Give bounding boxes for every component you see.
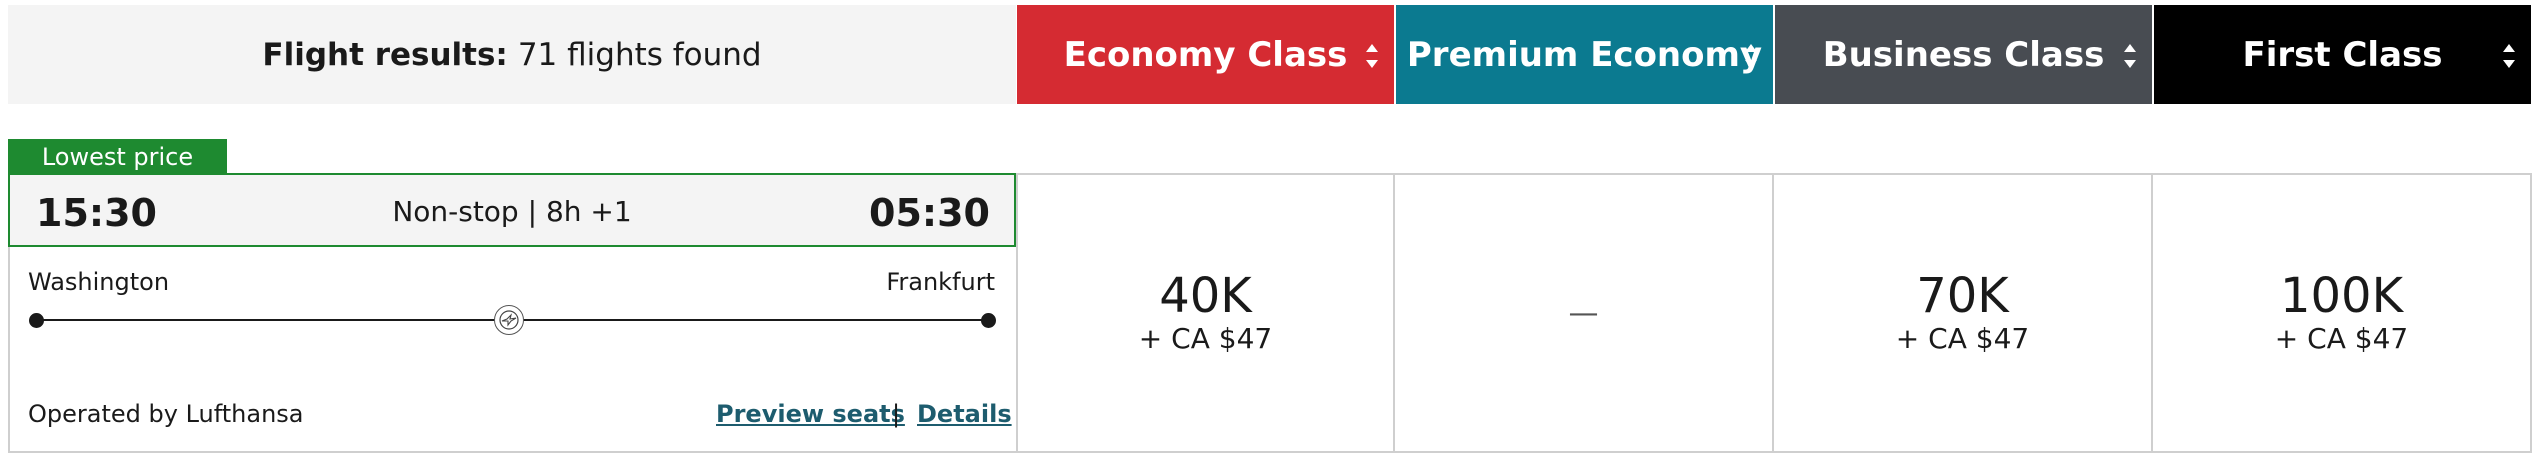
preview-seats-link[interactable]: Preview seats xyxy=(716,400,905,428)
sort-arrows-icon xyxy=(1745,44,1757,68)
results-label: Flight results: xyxy=(262,36,508,73)
economy-cash: + CA $47 xyxy=(1138,322,1273,355)
origin-dot xyxy=(29,313,44,328)
economy-points: 40K xyxy=(1159,268,1252,324)
destination-dot xyxy=(981,313,996,328)
sort-arrows-icon xyxy=(2124,44,2136,68)
first-class-points: 100K xyxy=(2279,268,2404,324)
first-class-price-cell[interactable]: 100K + CA $47 xyxy=(2153,173,2532,453)
arrival-time: 05:30 xyxy=(869,191,990,235)
premium-economy-label: Premium Economy xyxy=(1406,34,1763,75)
sort-arrows-icon xyxy=(2503,44,2515,68)
origin-city: Washington xyxy=(28,268,170,296)
first-class-cash: + CA $47 xyxy=(2274,322,2409,355)
results-count: 71 flights found xyxy=(517,36,762,73)
link-separator: | xyxy=(892,400,901,428)
premium-economy-price-cell: — xyxy=(1395,173,1774,453)
sort-arrows-icon xyxy=(1366,44,1378,68)
sort-business-class[interactable]: Business Class xyxy=(1775,5,2152,104)
sort-premium-economy[interactable]: Premium Economy xyxy=(1396,5,1773,104)
business-points: 70K xyxy=(1916,268,2009,324)
operated-by: Operated by Lufthansa xyxy=(28,400,304,428)
destination-city: Frankfurt xyxy=(886,268,995,296)
flight-results-summary: Flight results: 71 flights found xyxy=(8,5,1016,104)
economy-price-cell[interactable]: 40K + CA $47 xyxy=(1016,173,1395,453)
business-class-label: Business Class xyxy=(1822,34,2105,75)
lowest-price-badge: Lowest price xyxy=(8,139,227,175)
sort-economy-class[interactable]: Economy Class xyxy=(1017,5,1394,104)
flight-time-bar: 15:30 Non-stop | 8h +1 05:30 xyxy=(8,173,1016,247)
details-link[interactable]: Details xyxy=(917,400,1012,428)
business-price-cell[interactable]: 70K + CA $47 xyxy=(1774,173,2153,453)
stops-duration: Non-stop | 8h +1 xyxy=(392,195,632,228)
sort-first-class[interactable]: First Class xyxy=(2154,5,2531,104)
premium-economy-unavailable: — xyxy=(1568,295,1599,331)
economy-class-label: Economy Class xyxy=(1063,34,1348,75)
first-class-label: First Class xyxy=(2242,34,2443,75)
badge-label: Lowest price xyxy=(41,143,194,171)
business-cash: + CA $47 xyxy=(1895,322,2030,355)
lufthansa-crane-icon xyxy=(494,305,524,335)
